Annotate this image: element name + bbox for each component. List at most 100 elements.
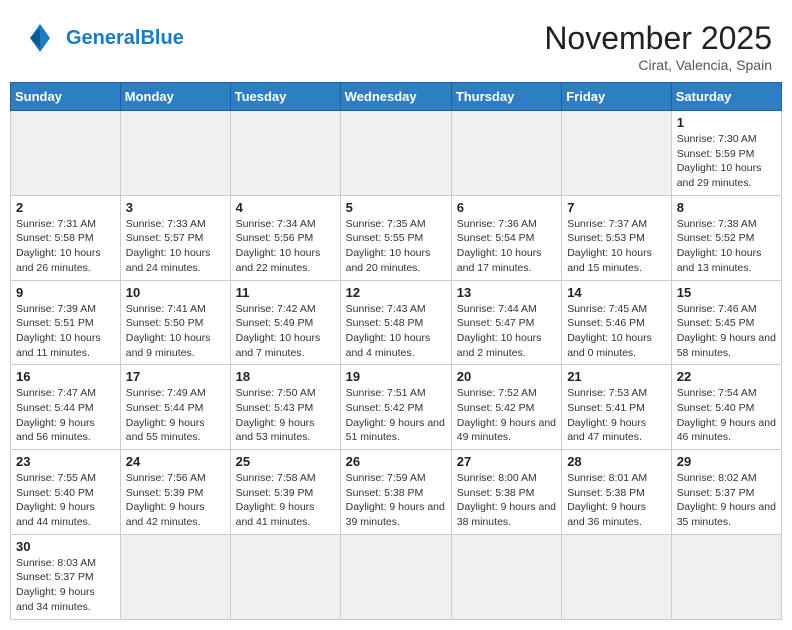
calendar-cell: 24Sunrise: 7:56 AM Sunset: 5:39 PM Dayli…	[120, 450, 230, 535]
day-info: Sunrise: 8:00 AM Sunset: 5:38 PM Dayligh…	[457, 471, 556, 530]
calendar-cell	[562, 111, 672, 196]
day-info: Sunrise: 8:01 AM Sunset: 5:38 PM Dayligh…	[567, 471, 666, 530]
day-info: Sunrise: 7:39 AM Sunset: 5:51 PM Dayligh…	[16, 302, 115, 361]
day-number: 28	[567, 454, 666, 469]
month-title: November 2025	[544, 20, 772, 57]
day-number: 27	[457, 454, 556, 469]
day-info: Sunrise: 7:50 AM Sunset: 5:43 PM Dayligh…	[236, 386, 335, 445]
weekday-header-wednesday: Wednesday	[340, 83, 451, 111]
day-number: 2	[16, 200, 115, 215]
calendar-cell: 1Sunrise: 7:30 AM Sunset: 5:59 PM Daylig…	[671, 111, 781, 196]
day-info: Sunrise: 7:58 AM Sunset: 5:39 PM Dayligh…	[236, 471, 335, 530]
day-info: Sunrise: 7:55 AM Sunset: 5:40 PM Dayligh…	[16, 471, 115, 530]
calendar-cell	[562, 534, 672, 619]
calendar-cell: 16Sunrise: 7:47 AM Sunset: 5:44 PM Dayli…	[11, 365, 121, 450]
calendar-cell: 26Sunrise: 7:59 AM Sunset: 5:38 PM Dayli…	[340, 450, 451, 535]
day-number: 18	[236, 369, 335, 384]
calendar-cell: 28 Sunrise: 8:01 AM Sunset: 5:38 PM Dayli…	[562, 450, 672, 535]
calendar-cell: 25 Sunrise: 7:58 AM Sunset: 5:39 PM Dayli…	[230, 450, 340, 535]
day-number: 12	[346, 285, 446, 300]
calendar-cell	[340, 534, 451, 619]
day-number: 22	[677, 369, 776, 384]
calendar-week-4: 16Sunrise: 7:47 AM Sunset: 5:44 PM Dayli…	[11, 365, 782, 450]
day-info: Sunrise: 8:02 AM Sunset: 5:37 PM Dayligh…	[677, 471, 776, 530]
day-number: 9	[16, 285, 115, 300]
day-number: 13	[457, 285, 556, 300]
weekday-header-row: SundayMondayTuesdayWednesdayThursdayFrid…	[11, 83, 782, 111]
calendar-cell: 19 Sunrise: 7:51 AM Sunset: 5:42 PM Dayli…	[340, 365, 451, 450]
weekday-header-monday: Monday	[120, 83, 230, 111]
calendar-cell: 9 Sunrise: 7:39 AM Sunset: 5:51 PM Daylig…	[11, 280, 121, 365]
day-number: 30	[16, 539, 115, 554]
calendar-cell: 7Sunrise: 7:37 AM Sunset: 5:53 PM Daylig…	[562, 195, 672, 280]
day-info: Sunrise: 7:35 AM Sunset: 5:55 PM Dayligh…	[346, 217, 446, 276]
day-number: 17	[126, 369, 225, 384]
calendar-cell: 22 Sunrise: 7:54 AM Sunset: 5:40 PM Dayli…	[671, 365, 781, 450]
day-number: 25	[236, 454, 335, 469]
day-number: 3	[126, 200, 225, 215]
calendar-cell: 18 Sunrise: 7:50 AM Sunset: 5:43 PM Dayli…	[230, 365, 340, 450]
calendar-cell: 30 Sunrise: 8:03 AM Sunset: 5:37 PM Dayli…	[11, 534, 121, 619]
calendar-cell	[451, 111, 561, 196]
calendar-cell: 27 Sunrise: 8:00 AM Sunset: 5:38 PM Dayli…	[451, 450, 561, 535]
calendar-cell	[120, 534, 230, 619]
day-info: Sunrise: 7:31 AM Sunset: 5:58 PM Dayligh…	[16, 217, 115, 276]
weekday-header-saturday: Saturday	[671, 83, 781, 111]
page-header: GeneralBlue November 2025 Cirat, Valenci…	[10, 10, 782, 78]
day-number: 14	[567, 285, 666, 300]
day-info: Sunrise: 7:44 AM Sunset: 5:47 PM Dayligh…	[457, 302, 556, 361]
calendar-cell: 12 Sunrise: 7:43 AM Sunset: 5:48 PM Dayli…	[340, 280, 451, 365]
calendar-table: SundayMondayTuesdayWednesdayThursdayFrid…	[10, 82, 782, 620]
calendar-cell: 17Sunrise: 7:49 AM Sunset: 5:44 PM Dayli…	[120, 365, 230, 450]
day-info: Sunrise: 7:46 AM Sunset: 5:45 PM Dayligh…	[677, 302, 776, 361]
calendar-week-1: 1Sunrise: 7:30 AM Sunset: 5:59 PM Daylig…	[11, 111, 782, 196]
weekday-header-thursday: Thursday	[451, 83, 561, 111]
day-number: 21	[567, 369, 666, 384]
logo-text: GeneralBlue	[66, 27, 184, 49]
day-number: 8	[677, 200, 776, 215]
day-info: Sunrise: 7:59 AM Sunset: 5:38 PM Dayligh…	[346, 471, 446, 530]
day-number: 16	[16, 369, 115, 384]
day-number: 5	[346, 200, 446, 215]
day-info: Sunrise: 7:38 AM Sunset: 5:52 PM Dayligh…	[677, 217, 776, 276]
calendar-cell	[230, 111, 340, 196]
day-info: Sunrise: 7:42 AM Sunset: 5:49 PM Dayligh…	[236, 302, 335, 361]
day-info: Sunrise: 8:03 AM Sunset: 5:37 PM Dayligh…	[16, 556, 115, 615]
calendar-cell	[340, 111, 451, 196]
calendar-cell: 15 Sunrise: 7:46 AM Sunset: 5:45 PM Dayli…	[671, 280, 781, 365]
calendar-week-2: 2 Sunrise: 7:31 AM Sunset: 5:58 PM Daylig…	[11, 195, 782, 280]
day-info: Sunrise: 7:43 AM Sunset: 5:48 PM Dayligh…	[346, 302, 446, 361]
calendar-cell: 20Sunrise: 7:52 AM Sunset: 5:42 PM Dayli…	[451, 365, 561, 450]
day-number: 10	[126, 285, 225, 300]
calendar-cell: 2 Sunrise: 7:31 AM Sunset: 5:58 PM Daylig…	[11, 195, 121, 280]
calendar-cell: 23 Sunrise: 7:55 AM Sunset: 5:40 PM Dayli…	[11, 450, 121, 535]
day-info: Sunrise: 7:34 AM Sunset: 5:56 PM Dayligh…	[236, 217, 335, 276]
calendar-cell: 8 Sunrise: 7:38 AM Sunset: 5:52 PM Daylig…	[671, 195, 781, 280]
calendar-cell: 10 Sunrise: 7:41 AM Sunset: 5:50 PM Dayli…	[120, 280, 230, 365]
generalblue-logo-icon	[20, 20, 60, 56]
day-number: 19	[346, 369, 446, 384]
title-block: November 2025 Cirat, Valencia, Spain	[544, 20, 772, 73]
calendar-cell: 29 Sunrise: 8:02 AM Sunset: 5:37 PM Dayli…	[671, 450, 781, 535]
day-number: 11	[236, 285, 335, 300]
calendar-week-6: 30 Sunrise: 8:03 AM Sunset: 5:37 PM Dayli…	[11, 534, 782, 619]
weekday-header-friday: Friday	[562, 83, 672, 111]
calendar-cell	[671, 534, 781, 619]
day-number: 6	[457, 200, 556, 215]
day-info: Sunrise: 7:51 AM Sunset: 5:42 PM Dayligh…	[346, 386, 446, 445]
weekday-header-tuesday: Tuesday	[230, 83, 340, 111]
day-number: 29	[677, 454, 776, 469]
day-number: 4	[236, 200, 335, 215]
calendar-cell	[230, 534, 340, 619]
day-number: 15	[677, 285, 776, 300]
calendar-cell: 5 Sunrise: 7:35 AM Sunset: 5:55 PM Daylig…	[340, 195, 451, 280]
day-info: Sunrise: 7:54 AM Sunset: 5:40 PM Dayligh…	[677, 386, 776, 445]
day-info: Sunrise: 7:41 AM Sunset: 5:50 PM Dayligh…	[126, 302, 225, 361]
calendar-cell: 13 Sunrise: 7:44 AM Sunset: 5:47 PM Dayli…	[451, 280, 561, 365]
calendar-cell: 14Sunrise: 7:45 AM Sunset: 5:46 PM Dayli…	[562, 280, 672, 365]
calendar-cell: 11 Sunrise: 7:42 AM Sunset: 5:49 PM Dayli…	[230, 280, 340, 365]
day-number: 23	[16, 454, 115, 469]
day-number: 20	[457, 369, 556, 384]
calendar-cell: 4 Sunrise: 7:34 AM Sunset: 5:56 PM Daylig…	[230, 195, 340, 280]
day-info: Sunrise: 7:37 AM Sunset: 5:53 PM Dayligh…	[567, 217, 666, 276]
